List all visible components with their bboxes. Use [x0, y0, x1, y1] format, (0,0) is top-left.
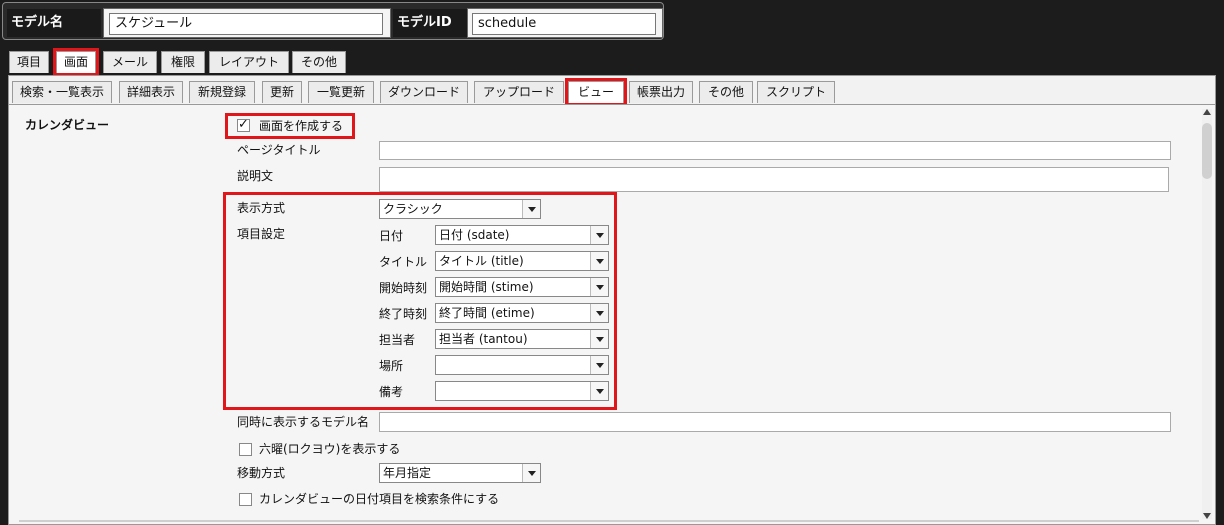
- item-title-select[interactable]: タイトル (title): [435, 251, 609, 271]
- tab-other-top[interactable]: その他: [292, 51, 346, 73]
- display-method-label: 表示方式: [237, 201, 286, 215]
- chevron-down-icon: [590, 304, 608, 322]
- display-method-select[interactable]: クラシック: [379, 199, 541, 219]
- divider: [19, 520, 1199, 522]
- item-date-value: 日付 (sdate): [439, 228, 510, 242]
- model-name-input[interactable]: スケジュール: [109, 13, 383, 35]
- scroll-thumb[interactable]: [1202, 123, 1212, 179]
- item-assignee-select[interactable]: 担当者 (tantou): [435, 329, 609, 349]
- tab-new[interactable]: 新規登録: [189, 81, 255, 103]
- item-location-label: 場所: [379, 359, 404, 373]
- item-notes-select[interactable]: [435, 381, 609, 401]
- scroll-up-icon[interactable]: [1203, 109, 1211, 115]
- move-method-label: 移動方式: [237, 466, 286, 480]
- item-date-select[interactable]: 日付 (sdate): [435, 225, 609, 245]
- item-notes-label: 備考: [379, 385, 404, 399]
- tab-bulk-update[interactable]: 一覧更新: [308, 81, 374, 103]
- item-date-label: 日付: [379, 229, 404, 243]
- tab-view[interactable]: ビュー: [565, 78, 627, 106]
- item-title-label: タイトル: [379, 255, 428, 269]
- simultaneous-model-label: 同時に表示するモデル名: [237, 415, 370, 429]
- tab-report[interactable]: 帳票出力: [629, 81, 693, 103]
- tab-script[interactable]: スクリプト: [757, 81, 835, 103]
- create-screen-label: 画面を作成する: [259, 119, 344, 133]
- tab-detail[interactable]: 詳細表示: [119, 81, 183, 103]
- model-name-label: モデル名: [7, 9, 101, 37]
- search-condition-label: カレンダビューの日付項目を検索条件にする: [259, 492, 500, 506]
- model-id-input[interactable]: schedule: [472, 13, 656, 35]
- search-condition-checkbox[interactable]: [239, 493, 252, 506]
- item-end-time-select[interactable]: 終了時間 (etime): [435, 303, 609, 323]
- model-bar: モデル名 スケジュール モデルID schedule: [2, 2, 664, 40]
- view-settings-panel: カレンダビュー 画面を作成する ページタイトル 説明文 表示方式 クラシック 項…: [8, 104, 1216, 525]
- item-settings-label: 項目設定: [237, 227, 286, 241]
- tab-screen[interactable]: 画面: [53, 48, 99, 76]
- chevron-down-icon: [590, 382, 608, 400]
- item-assignee-label: 担当者: [379, 333, 416, 347]
- create-screen-checkbox[interactable]: [237, 117, 250, 132]
- chevron-down-icon: [522, 464, 540, 482]
- chevron-down-icon: [522, 200, 540, 218]
- item-start-time-label: 開始時刻: [379, 281, 428, 295]
- rokuyo-checkbox[interactable]: [239, 443, 252, 456]
- item-location-select[interactable]: [435, 355, 609, 375]
- page-title-label: ページタイトル: [237, 143, 321, 157]
- item-title-value: タイトル (title): [439, 254, 524, 268]
- tab-items[interactable]: 項目: [9, 51, 49, 73]
- move-method-value: 年月指定: [383, 466, 432, 480]
- chevron-down-icon: [590, 330, 608, 348]
- tab-download[interactable]: ダウンロード: [380, 81, 468, 103]
- tab-update[interactable]: 更新: [262, 81, 302, 103]
- rokuyo-label: 六曜(ロクヨウ)を表示する: [259, 442, 401, 456]
- model-id-label: モデルID: [393, 9, 467, 37]
- chevron-down-icon: [590, 226, 608, 244]
- tab-upload[interactable]: アップロード: [474, 81, 564, 103]
- tab-search-list[interactable]: 検索・一覧表示: [12, 81, 112, 103]
- chevron-down-icon: [590, 356, 608, 374]
- tab-other-sub[interactable]: その他: [699, 81, 753, 103]
- simultaneous-model-input[interactable]: [379, 412, 1171, 432]
- tab-mail[interactable]: メール: [103, 51, 157, 73]
- page-title-input[interactable]: [379, 141, 1171, 160]
- description-label: 説明文: [237, 169, 274, 183]
- description-input[interactable]: [379, 167, 1169, 192]
- vertical-scrollbar[interactable]: [1202, 109, 1212, 519]
- chevron-down-icon: [590, 252, 608, 270]
- item-assignee-value: 担当者 (tantou): [439, 332, 528, 346]
- item-start-time-value: 開始時間 (stime): [439, 280, 534, 294]
- chevron-down-icon: [590, 278, 608, 296]
- tab-layout[interactable]: レイアウト: [209, 51, 289, 73]
- item-end-time-label: 終了時刻: [379, 307, 428, 321]
- item-end-time-value: 終了時間 (etime): [439, 306, 535, 320]
- section-title: カレンダビュー: [25, 118, 110, 132]
- move-method-select[interactable]: 年月指定: [379, 463, 541, 483]
- display-method-value: クラシック: [383, 202, 443, 216]
- tab-permissions[interactable]: 権限: [161, 51, 205, 73]
- item-start-time-select[interactable]: 開始時間 (stime): [435, 277, 609, 297]
- scroll-down-icon[interactable]: [1203, 513, 1211, 519]
